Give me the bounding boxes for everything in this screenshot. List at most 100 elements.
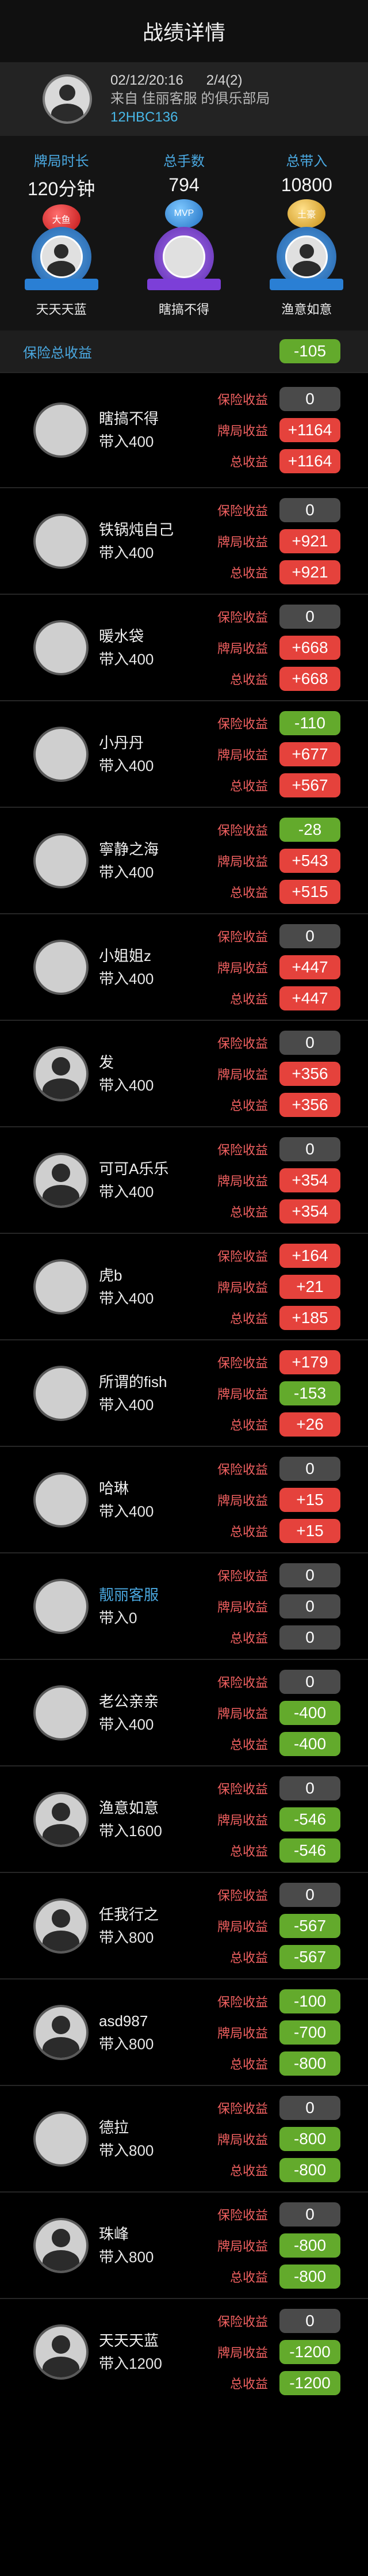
insurance-label: 保险收益 <box>217 1994 268 2009</box>
total-value: +668 <box>279 666 340 691</box>
player-row[interactable]: 天天天蓝 带入1200 保险收益 0 牌局收益 -1200 总收益 -1200 <box>0 2298 368 2404</box>
hand-value: +668 <box>279 635 340 660</box>
player-avatar <box>33 1365 89 1421</box>
honor-fish[interactable]: 天天天蓝 <box>0 227 122 330</box>
player-avatar <box>33 1791 89 1847</box>
player-buyin: 带入800 <box>99 2141 154 2159</box>
insurance-label: 保险收益 <box>217 2208 268 2222</box>
tycoon-badge-icon: 土豪 <box>288 199 326 228</box>
player-row[interactable]: asd987 带入800 保险收益 -100 牌局收益 -700 总收益 -800 <box>0 1978 368 2085</box>
total-value: -400 <box>279 1731 340 1756</box>
player-avatar <box>33 726 89 782</box>
hand-label: 牌局收益 <box>217 424 268 438</box>
insurance-value: +164 <box>279 1243 340 1268</box>
hand-value: +21 <box>279 1274 340 1299</box>
insurance-label: 保险收益 <box>217 1888 268 1903</box>
player-buyin: 带入800 <box>99 2035 154 2053</box>
total-row: 总收益 +185 <box>217 1305 340 1330</box>
player-row[interactable]: 发带入400 保险收益 0 牌局收益 +356 总收益 +356 <box>0 1020 368 1126</box>
player-name: 虎b <box>99 1266 122 1284</box>
game-code: 12HBC136 <box>110 109 178 125</box>
insurance-total-value: -105 <box>279 339 340 363</box>
insurance-value: -28 <box>279 817 340 842</box>
player-avatar <box>33 1898 89 1954</box>
player-buyin: 带入400 <box>99 1502 154 1520</box>
player-row[interactable]: 所谓的fish 带入400 保险收益 +179 牌局收益 -153 总收益 +26 <box>0 1339 368 1446</box>
total-value: +1164 <box>279 449 340 473</box>
total-value: +26 <box>279 1412 340 1437</box>
total-value: +447 <box>279 986 340 1010</box>
hand-row: 牌局收益 +921 <box>217 529 340 553</box>
player-buyin: 带入0 <box>99 1609 137 1627</box>
player-avatar <box>33 1152 89 1208</box>
total-row: 总收益 +447 <box>217 986 340 1010</box>
honor-name: 瞎搞不得 <box>158 302 209 317</box>
player-row[interactable]: 可可A乐乐 带入400 保险收益 0 牌局收益 +354 总收益 +354 <box>0 1126 368 1233</box>
player-row[interactable]: 老公亲亲 带入400 保险收益 0 牌局收益 -400 总收益 -400 <box>0 1659 368 1765</box>
stat-buyin: 总带入 10800 土豪 <box>246 150 368 228</box>
total-label: 总收益 <box>229 2270 268 2285</box>
total-label: 总收益 <box>229 991 268 1006</box>
hand-row: 牌局收益 +543 <box>217 848 340 873</box>
total-label: 总收益 <box>229 885 268 900</box>
stat-value: 120分钟 <box>27 178 95 199</box>
player-buyin: 带入400 <box>99 1076 154 1094</box>
player-row[interactable]: 小丹丹 带入400 保险收益 -110 牌局收益 +677 总收益 +567 <box>0 700 368 807</box>
total-label: 总收益 <box>229 1205 268 1219</box>
mvp-badge-icon: MVP <box>164 199 203 228</box>
player-name: 寧静之海 <box>99 840 159 858</box>
total-value: +15 <box>279 1518 340 1543</box>
honor-mvp[interactable]: 瞎搞不得 <box>122 227 245 330</box>
player-name: 任我行之 <box>99 1905 159 1923</box>
insurance-row: 保险收益 -110 <box>217 711 340 735</box>
player-name: 珠峰 <box>99 2225 129 2243</box>
hand-row: 牌局收益 +21 <box>217 1274 340 1299</box>
player-avatar <box>33 1685 89 1741</box>
game-source: 来自 佳丽客服 的俱乐部局 <box>110 91 270 107</box>
player-row[interactable]: 瞎搞不得 带入400 保险收益 0 牌局收益 +1164 总收益 +1164 <box>0 372 368 487</box>
insurance-label: 保险收益 <box>217 1462 268 1477</box>
game-info: 02/12/20:16 2/4(2) 来自 佳丽客服 的俱乐部局 12HBC136 <box>0 62 368 136</box>
total-row: 总收益 0 <box>217 1625 340 1650</box>
player-row[interactable]: 铁锅炖自己 带入400 保险收益 0 牌局收益 +921 总收益 +921 <box>0 487 368 594</box>
hand-row: 牌局收益 -800 <box>217 2233 340 2258</box>
insurance-value: +179 <box>279 1350 340 1374</box>
hand-value: +677 <box>279 742 340 766</box>
game-date: 02/12/20:16 <box>110 73 183 88</box>
total-label: 总收益 <box>229 672 268 687</box>
hand-label: 牌局收益 <box>217 1706 268 1721</box>
total-value: 0 <box>279 1625 340 1650</box>
player-row[interactable]: 哈琳 带入400 保险收益 0 牌局收益 +15 总收益 +15 <box>0 1446 368 1552</box>
player-row[interactable]: 德拉 带入800 保险收益 0 牌局收益 -800 总收益 -800 <box>0 2085 368 2191</box>
insurance-value: 0 <box>279 1882 340 1907</box>
hand-value: -800 <box>279 2233 340 2258</box>
insurance-label: 保险收益 <box>217 610 268 625</box>
player-avatar <box>33 939 89 995</box>
insurance-label: 保险收益 <box>217 1036 268 1051</box>
honor-tycoon[interactable]: 渔意如意 <box>246 227 368 330</box>
total-row: 总收益 +668 <box>217 666 340 691</box>
player-row[interactable]: 渔意如意 带入1600 保险收益 0 牌局收益 -546 总收益 -546 <box>0 1765 368 1872</box>
player-row[interactable]: 任我行之 带入800 保险收益 0 牌局收益 -567 总收益 -567 <box>0 1872 368 1978</box>
total-value: +921 <box>279 560 340 584</box>
hand-row: 牌局收益 -546 <box>217 1807 340 1832</box>
player-row[interactable]: 小姐姐z 带入400 保险收益 0 牌局收益 +447 总收益 +447 <box>0 913 368 1020</box>
player-row[interactable]: 虎b 带入400 保险收益 +164 牌局收益 +21 总收益 +185 <box>0 1233 368 1339</box>
player-row[interactable]: 珠峰 带入800 保险收益 0 牌局收益 -800 总收益 -800 <box>0 2191 368 2298</box>
total-row: 总收益 -400 <box>217 1731 340 1756</box>
insurance-value: 0 <box>279 387 340 411</box>
insurance-total-row: 保险总收益 -105 <box>0 330 368 372</box>
hand-row: 牌局收益 -153 <box>217 1381 340 1405</box>
insurance-row: 保险收益 0 <box>217 2095 340 2120</box>
hand-row: 牌局收益 0 <box>217 1594 340 1618</box>
hand-row: 牌局收益 +15 <box>217 1487 340 1512</box>
stat-label: 牌局时长 <box>33 154 89 169</box>
total-row: 总收益 +1164 <box>217 449 340 473</box>
player-row[interactable]: 靓丽客服 带入0 保险收益 0 牌局收益 0 总收益 0 <box>0 1552 368 1659</box>
player-row[interactable]: 寧静之海 带入400 保险收益 -28 牌局收益 +543 总收益 +515 <box>0 807 368 913</box>
player-buyin: 带入400 <box>99 433 154 450</box>
player-row[interactable]: 暖水袋 带入400 保险收益 0 牌局收益 +668 总收益 +668 <box>0 594 368 700</box>
hand-value: +354 <box>279 1168 340 1192</box>
total-value: +567 <box>279 773 340 797</box>
stat-label: 总手数 <box>163 154 205 169</box>
